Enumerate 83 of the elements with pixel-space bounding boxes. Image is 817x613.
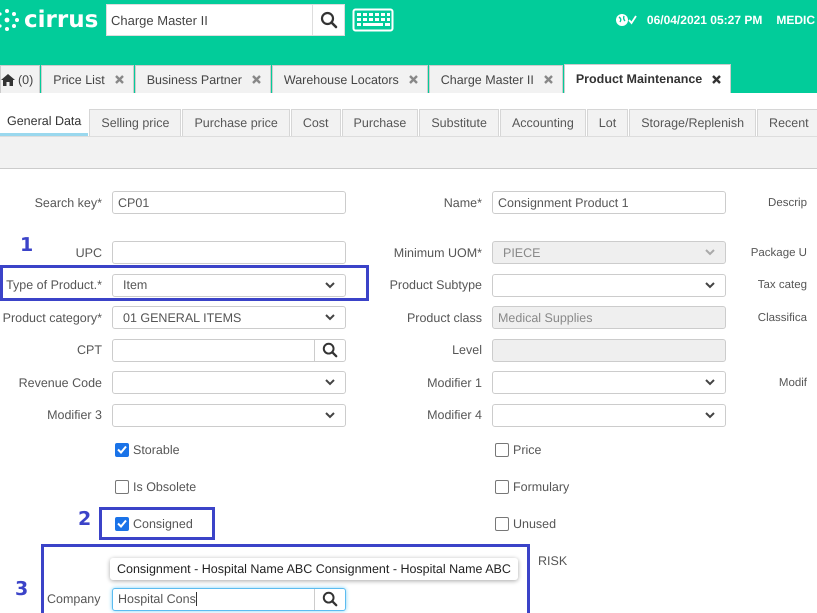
field-label: Descrip: [768, 196, 807, 208]
section-tab[interactable]: Selling price: [89, 109, 182, 136]
window-tab[interactable]: Business Partner: [134, 65, 271, 93]
tab-label: (0): [18, 72, 34, 86]
chevron-down-icon[interactable]: [705, 379, 715, 386]
field-label: Search key*: [34, 196, 102, 210]
company-field[interactable]: Hospital Cons: [112, 588, 346, 610]
field-label: CPT: [77, 343, 102, 357]
window-tab[interactable]: (0): [0, 65, 40, 93]
text-field[interactable]: [112, 241, 346, 264]
tab-label: Charge Master II: [440, 72, 534, 86]
field-label: Product Subtype: [390, 278, 482, 292]
checkbox[interactable]: Is Obsolete: [115, 480, 196, 494]
lookup-field[interactable]: [112, 338, 346, 362]
dropdown-field[interactable]: [492, 371, 726, 394]
checkbox[interactable]: Price: [495, 442, 542, 456]
chevron-down-icon[interactable]: [325, 379, 335, 386]
section-tab[interactable]: Accounting: [500, 109, 586, 136]
search-icon[interactable]: [322, 591, 338, 607]
check-icon: [117, 519, 127, 528]
annotation-number: 3: [15, 578, 28, 600]
field-label: Package U: [750, 246, 807, 258]
window-tab[interactable]: Product Maintenance: [564, 64, 732, 93]
checkbox[interactable]: Unused: [495, 516, 556, 530]
chevron-down-icon[interactable]: [325, 314, 335, 321]
field-label: Minimum UOM*: [394, 246, 482, 260]
field-label: Product category*: [2, 310, 102, 324]
field-label: Tax categ: [758, 279, 807, 291]
dropdown-field[interactable]: [492, 274, 726, 296]
annotation-number: 2: [78, 508, 92, 530]
field-label: Classifica: [758, 312, 807, 324]
field-label: Company: [47, 592, 100, 606]
home-icon: [1, 74, 15, 86]
chevron-down-icon[interactable]: [325, 282, 335, 288]
keyboard-icon[interactable]: [352, 8, 394, 32]
chevron-down-icon[interactable]: [705, 282, 715, 288]
tab-label: Product Maintenance: [576, 72, 702, 86]
suggestion-item[interactable]: Consignment - Hospital Name ABC Consignment - Hospital Name ABC: [110, 558, 518, 580]
field-label: Level: [452, 343, 482, 357]
checkbox[interactable]: Formulary: [495, 480, 570, 494]
field-label: Modifier 4: [427, 408, 482, 422]
field-label: Type of Product.*: [6, 278, 102, 292]
section-tab[interactable]: Lot: [586, 109, 628, 136]
checkbox[interactable]: Consigned: [115, 516, 193, 530]
field-label: UPC: [76, 246, 102, 260]
close-icon[interactable]: [712, 74, 722, 84]
field-label: Modif: [778, 376, 807, 388]
section-tab[interactable]: Cost: [290, 109, 341, 136]
checkbox-label: RISK: [538, 554, 568, 568]
section-tab[interactable]: Purchase: [342, 109, 418, 136]
checkbox[interactable]: Storable: [115, 442, 180, 456]
field-label: Name*: [444, 196, 482, 210]
dropdown-field[interactable]: [492, 404, 726, 426]
dropdown-field[interactable]: 01 GENERAL ITEMS: [112, 306, 346, 329]
dropdown-field[interactable]: [112, 404, 346, 426]
tab-label: Warehouse Locators: [284, 72, 399, 86]
date-time: 06/04/2021 05:27 PM: [646, 13, 762, 27]
globe-icon[interactable]: [614, 13, 637, 27]
chevron-down-icon[interactable]: [705, 412, 715, 418]
text-field[interactable]: CP01: [112, 191, 346, 214]
tab-label: Price List: [53, 72, 105, 86]
section-tab[interactable]: Purchase price: [182, 109, 290, 136]
section-tab[interactable]: Substitute: [419, 109, 499, 136]
field-label: Modifier 1: [427, 376, 482, 390]
window-tab[interactable]: Price List: [41, 65, 134, 93]
search-icon[interactable]: [322, 342, 338, 358]
dropdown-field[interactable]: [112, 371, 346, 394]
check-icon: [117, 445, 127, 454]
annotation-number: 1: [20, 234, 34, 256]
field-label: Product class: [406, 310, 482, 324]
window-tab[interactable]: Charge Master II: [428, 65, 563, 93]
section-tab[interactable]: Storage/Replenish: [629, 109, 756, 136]
window-tab[interactable]: Warehouse Locators: [272, 65, 428, 93]
tab-label: Business Partner: [146, 72, 242, 86]
section-tab[interactable]: Recent: [757, 109, 817, 136]
chevron-down-icon[interactable]: [325, 412, 335, 418]
field-label: Revenue Code: [18, 376, 102, 390]
search-field[interactable]: Charge Master II: [106, 4, 345, 36]
text-field[interactable]: Consignment Product 1: [492, 191, 726, 214]
field-label: Modifier 3: [47, 408, 102, 422]
logo-icon: [0, 8, 22, 32]
dropdown-field[interactable]: Item: [112, 274, 346, 296]
logo-text: cirrus: [24, 7, 98, 33]
